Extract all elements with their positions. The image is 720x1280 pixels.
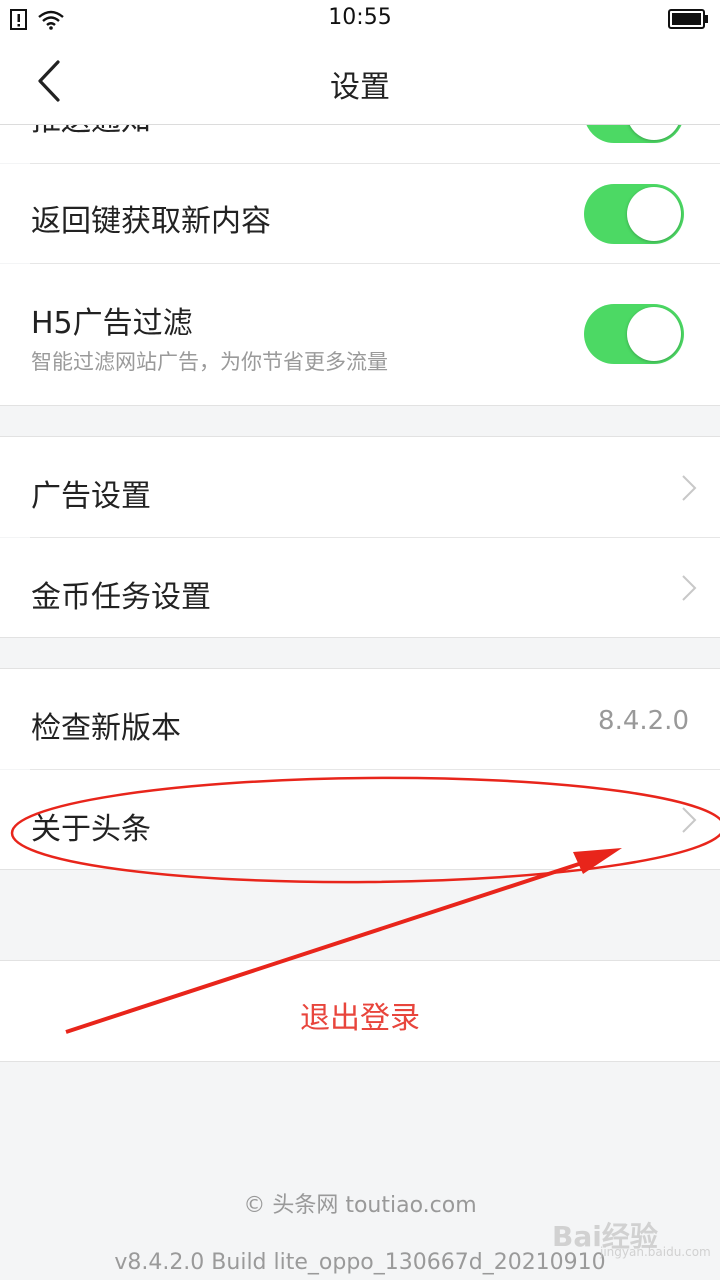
back-key-toggle[interactable]	[584, 184, 684, 244]
chevron-right-icon	[682, 475, 697, 501]
h5-filter-toggle[interactable]	[584, 304, 684, 364]
logout-button[interactable]: 退出登录	[0, 960, 720, 1062]
settings-row-about[interactable]: 关于头条	[0, 770, 720, 869]
settings-row-push[interactable]: 推送通知	[0, 125, 720, 163]
push-toggle[interactable]	[584, 125, 684, 143]
chevron-right-icon	[682, 575, 697, 601]
section-border	[0, 405, 720, 406]
ad-settings-label: 广告设置	[31, 479, 151, 514]
status-bar: 10:55	[0, 0, 720, 40]
back-key-label: 返回键获取新内容	[31, 204, 271, 239]
section-border	[0, 869, 720, 870]
h5-filter-label: H5广告过滤	[31, 306, 193, 341]
page-title: 设置	[330, 70, 390, 105]
battery-icon	[668, 9, 708, 29]
settings-row-coin-settings[interactable]: 金币任务设置	[0, 538, 720, 637]
logout-label: 退出登录	[300, 1001, 420, 1036]
version-value: 8.4.2.0	[598, 706, 689, 736]
chevron-right-icon	[682, 807, 697, 833]
settings-row-h5-filter[interactable]: H5广告过滤 智能过滤网站广告，为你节省更多流量	[0, 264, 720, 405]
check-version-label: 检查新版本	[31, 711, 181, 746]
about-label: 关于头条	[31, 812, 151, 847]
settings-row-check-version[interactable]: 检查新版本 8.4.2.0	[0, 669, 720, 769]
settings-row-label: 推送通知	[31, 125, 151, 139]
settings-row-ad-settings[interactable]: 广告设置	[0, 437, 720, 537]
section-border	[0, 637, 720, 638]
settings-row-back-key[interactable]: 返回键获取新内容	[0, 164, 720, 263]
nav-bar: 设置	[0, 40, 720, 125]
status-time: 10:55	[328, 5, 392, 30]
baidu-watermark-url: jingyan.baidu.com	[600, 1245, 711, 1259]
coin-settings-label: 金币任务设置	[31, 580, 211, 615]
h5-filter-description: 智能过滤网站广告，为你节省更多流量	[31, 350, 388, 374]
